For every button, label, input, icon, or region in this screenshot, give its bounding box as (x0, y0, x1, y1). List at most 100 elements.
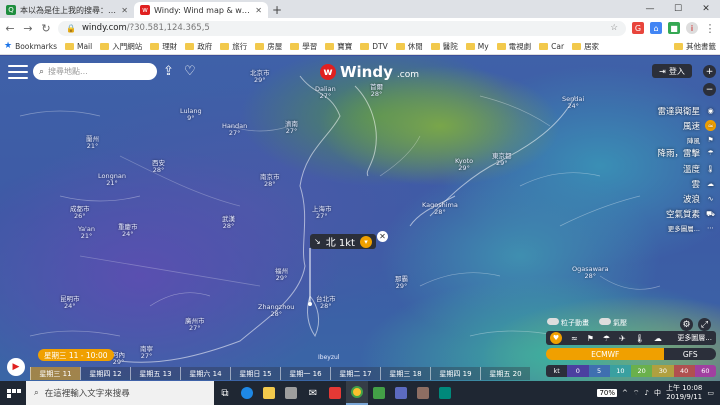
close-tab-icon[interactable]: ✕ (255, 6, 262, 15)
timeline-day[interactable]: 星期五 20 (480, 367, 530, 380)
bookmark-item[interactable]: 居家 (572, 41, 599, 52)
browser-tab-1[interactable]: Q 本以為是住上我的搜尋：越南向 ✕ (0, 2, 134, 18)
timeline-day[interactable]: 星期五 13 (130, 367, 180, 380)
layer-rain-thunder[interactable]: 降雨，雷擊 ☂ (612, 146, 716, 161)
url-input[interactable]: 🔒 windy.com/?30.581,124.365,5 ☆ (58, 20, 626, 36)
reload-icon[interactable]: ↻ (40, 22, 52, 35)
bookmark-item[interactable]: ★ Bookmarks (4, 41, 57, 51)
bookmark-item[interactable]: 休閒 (395, 41, 423, 52)
wind-icon[interactable]: ≈ (571, 334, 578, 343)
bookmark-item[interactable]: 房屋 (255, 41, 282, 52)
bookmark-item[interactable]: 入門網站 (100, 41, 142, 52)
extension-icon[interactable]: G (632, 22, 644, 34)
heart-icon[interactable]: ♥ (550, 332, 562, 344)
bookmark-item[interactable]: 學習 (290, 41, 317, 52)
hamburger-menu-icon[interactable] (8, 65, 28, 79)
taskbar-search-input[interactable]: ⌕ 在這裡輸入文字來搜尋 (26, 381, 214, 405)
timeline-day[interactable]: 星期三 11 (30, 367, 80, 380)
maximize-icon[interactable]: ☐ (664, 0, 692, 18)
app-icon[interactable] (324, 381, 346, 405)
mail-icon[interactable]: ✉ (302, 381, 324, 405)
ime-icon[interactable]: 中 (654, 388, 661, 398)
chevron-down-icon[interactable]: ▾ (359, 235, 372, 248)
particles-toggle[interactable]: 粒子動畫 (547, 318, 589, 328)
edge-icon[interactable] (236, 381, 258, 405)
chrome-icon[interactable] (346, 381, 368, 405)
minimize-icon[interactable]: — (636, 0, 664, 18)
wind-popup[interactable]: ↘ 北 1kt ▾ (310, 234, 376, 249)
layer-clouds[interactable]: 雲 ☁ (612, 176, 716, 191)
volume-icon[interactable]: ♪ (645, 389, 649, 397)
thermometer-icon[interactable]: 🌡 (635, 334, 645, 343)
network-icon[interactable]: ⌔ (633, 389, 640, 398)
weather-map[interactable]: 北京市 29° Dalian 27° 首爾 28° Sendai 24° Handan 2… (0, 56, 720, 381)
fullscreen-icon[interactable]: ⤢ (698, 318, 711, 331)
profile-avatar[interactable]: i (686, 22, 698, 34)
other-bookmarks[interactable]: 其他書籤 (674, 41, 716, 52)
zoom-out-button[interactable]: − (703, 83, 716, 96)
timeline-day[interactable]: 星期二 17 (330, 367, 380, 380)
layer-more[interactable]: 更多圖層... ⋯ (612, 222, 716, 234)
layer-air-quality[interactable]: 空氣質素 ⛟ (612, 207, 716, 222)
store-icon[interactable] (280, 381, 302, 405)
clock[interactable]: 上午 10:08 2019/9/11 (666, 384, 702, 402)
timeline-day[interactable]: 星期四 12 (80, 367, 130, 380)
layer-waves[interactable]: 波浪 ∿ (612, 191, 716, 206)
layer-gust[interactable]: 陣風 ⚑ (612, 134, 716, 146)
rain-icon[interactable]: ☂ (603, 334, 610, 343)
favorites-heart-icon[interactable]: ♡ (184, 64, 196, 79)
zoom-in-button[interactable]: + (703, 65, 716, 78)
task-view-icon[interactable]: ⧉ (214, 381, 236, 405)
timeline-day[interactable]: 星期六 14 (180, 367, 230, 380)
search-input[interactable]: ⌕ 搜尋地點... (33, 63, 157, 80)
layer-temperature[interactable]: 溫度 🌡 (612, 161, 716, 176)
gust-icon[interactable]: ⚑ (587, 334, 594, 343)
play-button[interactable]: ▶ (7, 358, 25, 376)
bookmark-star-icon[interactable]: ☆ (610, 23, 618, 33)
share-icon[interactable]: ⇪ (163, 64, 174, 79)
file-explorer-icon[interactable] (258, 381, 280, 405)
timeline-day[interactable]: 星期四 19 (430, 367, 480, 380)
bookmark-item[interactable]: 寶寶 (325, 41, 352, 52)
bookmark-item[interactable]: DTV (360, 42, 388, 51)
bookmark-item[interactable]: Car (539, 42, 564, 51)
extension-icon[interactable]: ■ (668, 22, 680, 34)
extension-icon[interactable]: ⌂ (650, 22, 662, 34)
windy-logo[interactable]: w Windy .com (320, 63, 419, 81)
close-window-icon[interactable]: ✕ (692, 0, 720, 18)
forward-icon[interactable]: → (22, 22, 34, 35)
layer-radar-satellite[interactable]: 雷達與衛星 ◉ (612, 103, 716, 118)
app-icon[interactable] (368, 381, 390, 405)
timeline[interactable]: 星期三 11 星期四 12 星期五 13 星期六 14 星期日 15 星期一 1… (30, 367, 530, 380)
battery-indicator[interactable]: 70% (597, 389, 618, 397)
app-icon[interactable] (434, 381, 456, 405)
bookmark-item[interactable]: 旅行 (220, 41, 247, 52)
back-icon[interactable]: ← (4, 22, 16, 35)
windows-start-icon[interactable] (0, 388, 22, 398)
notification-icon[interactable]: ▭ (707, 389, 714, 397)
close-tab-icon[interactable]: ✕ (121, 6, 128, 15)
timeline-day[interactable]: 星期一 16 (280, 367, 330, 380)
pressure-toggle[interactable]: 氣壓 (599, 318, 627, 328)
bookmark-item[interactable]: 政府 (185, 41, 212, 52)
settings-icon[interactable]: ⚙ (680, 318, 693, 331)
login-button[interactable]: ⇥ 登入 (652, 64, 692, 78)
bookmark-item[interactable]: Mail (64, 42, 92, 51)
plane-icon[interactable]: ✈ (619, 334, 626, 343)
bookmark-item[interactable]: My (465, 42, 489, 51)
timeline-day[interactable]: 星期日 15 (230, 367, 280, 380)
layer-wind[interactable]: 風速 ≈ (612, 118, 716, 133)
tray-up-icon[interactable]: ^ (622, 389, 628, 397)
app-icon[interactable] (390, 381, 412, 405)
cloud-icon[interactable]: ☁ (654, 334, 662, 343)
bookmark-item[interactable]: 電視劇 (496, 41, 531, 52)
app-icon[interactable] (412, 381, 434, 405)
timeline-day[interactable]: 星期三 18 (380, 367, 430, 380)
more-layers-button[interactable]: 更多圖層... (677, 333, 712, 343)
menu-icon[interactable]: ⋮ (704, 22, 716, 35)
close-popup-icon[interactable]: ✕ (377, 231, 388, 242)
new-tab-button[interactable]: + (268, 2, 286, 18)
browser-tab-2[interactable]: w Windy: Wind map & weather fo ✕ (134, 2, 268, 18)
model-ecmwf-button[interactable]: ECMWF (546, 348, 665, 360)
model-gfs-button[interactable]: GFS (664, 348, 716, 360)
